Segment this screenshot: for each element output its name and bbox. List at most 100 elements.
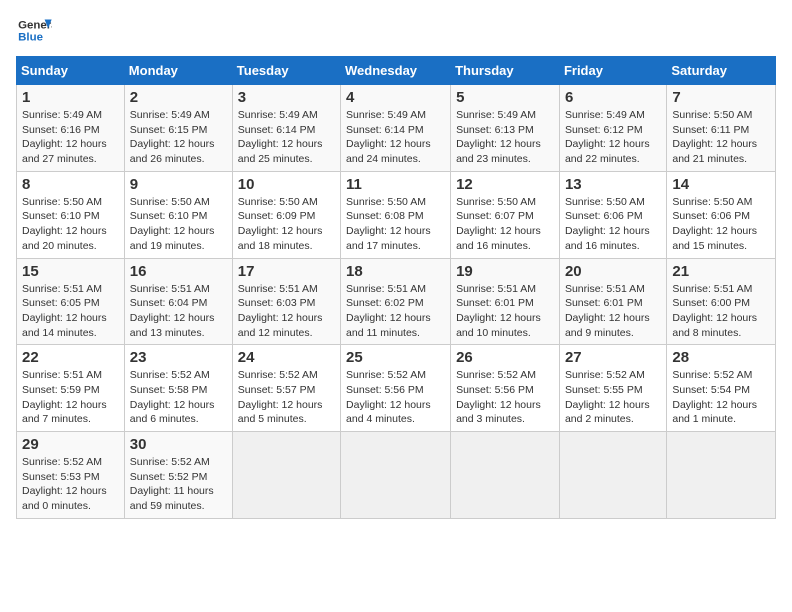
day-number: 11 <box>346 176 445 193</box>
week-row-4: 22 Sunrise: 5:51 AMSunset: 5:59 PMDaylig… <box>17 345 776 432</box>
day-number: 13 <box>565 176 661 193</box>
day-number: 22 <box>22 349 119 366</box>
calendar-cell: 22 Sunrise: 5:51 AMSunset: 5:59 PMDaylig… <box>17 345 125 432</box>
svg-text:Blue: Blue <box>18 32 43 44</box>
day-number: 1 <box>22 89 119 106</box>
day-number: 30 <box>130 436 227 453</box>
calendar-cell: 27 Sunrise: 5:52 AMSunset: 5:55 PMDaylig… <box>559 345 666 432</box>
day-number: 7 <box>672 89 770 106</box>
day-number: 12 <box>456 176 554 193</box>
calendar-cell: 16 Sunrise: 5:51 AMSunset: 6:04 PMDaylig… <box>124 258 232 345</box>
day-number: 6 <box>565 89 661 106</box>
calendar-cell: 19 Sunrise: 5:51 AMSunset: 6:01 PMDaylig… <box>451 258 560 345</box>
calendar-cell: 24 Sunrise: 5:52 AMSunset: 5:57 PMDaylig… <box>232 345 340 432</box>
day-info: Sunrise: 5:51 AMSunset: 6:00 PMDaylight:… <box>672 282 770 341</box>
day-info: Sunrise: 5:49 AMSunset: 6:15 PMDaylight:… <box>130 108 227 167</box>
day-info: Sunrise: 5:49 AMSunset: 6:14 PMDaylight:… <box>346 108 445 167</box>
day-number: 8 <box>22 176 119 193</box>
day-info: Sunrise: 5:50 AMSunset: 6:11 PMDaylight:… <box>672 108 770 167</box>
day-info: Sunrise: 5:51 AMSunset: 6:03 PMDaylight:… <box>238 282 335 341</box>
calendar-cell: 8 Sunrise: 5:50 AMSunset: 6:10 PMDayligh… <box>17 171 125 258</box>
day-number: 3 <box>238 89 335 106</box>
calendar-cell: 26 Sunrise: 5:52 AMSunset: 5:56 PMDaylig… <box>451 345 560 432</box>
day-info: Sunrise: 5:52 AMSunset: 5:52 PMDaylight:… <box>130 455 227 514</box>
day-info: Sunrise: 5:49 AMSunset: 6:12 PMDaylight:… <box>565 108 661 167</box>
calendar-cell: 1 Sunrise: 5:49 AMSunset: 6:16 PMDayligh… <box>17 85 125 172</box>
calendar-cell <box>341 432 451 519</box>
column-header-sunday: Sunday <box>17 57 125 85</box>
day-number: 26 <box>456 349 554 366</box>
day-number: 15 <box>22 263 119 280</box>
calendar-cell: 9 Sunrise: 5:50 AMSunset: 6:10 PMDayligh… <box>124 171 232 258</box>
day-number: 14 <box>672 176 770 193</box>
calendar-cell: 29 Sunrise: 5:52 AMSunset: 5:53 PMDaylig… <box>17 432 125 519</box>
column-header-tuesday: Tuesday <box>232 57 340 85</box>
calendar-cell: 10 Sunrise: 5:50 AMSunset: 6:09 PMDaylig… <box>232 171 340 258</box>
day-info: Sunrise: 5:52 AMSunset: 5:54 PMDaylight:… <box>672 368 770 427</box>
calendar-cell: 2 Sunrise: 5:49 AMSunset: 6:15 PMDayligh… <box>124 85 232 172</box>
day-info: Sunrise: 5:49 AMSunset: 6:13 PMDaylight:… <box>456 108 554 167</box>
calendar-cell: 12 Sunrise: 5:50 AMSunset: 6:07 PMDaylig… <box>451 171 560 258</box>
day-info: Sunrise: 5:51 AMSunset: 6:01 PMDaylight:… <box>456 282 554 341</box>
logo-icon: General Blue <box>16 16 52 46</box>
day-number: 2 <box>130 89 227 106</box>
calendar-cell: 23 Sunrise: 5:52 AMSunset: 5:58 PMDaylig… <box>124 345 232 432</box>
calendar-cell: 20 Sunrise: 5:51 AMSunset: 6:01 PMDaylig… <box>559 258 666 345</box>
calendar-cell: 18 Sunrise: 5:51 AMSunset: 6:02 PMDaylig… <box>341 258 451 345</box>
day-number: 16 <box>130 263 227 280</box>
day-number: 10 <box>238 176 335 193</box>
week-row-1: 1 Sunrise: 5:49 AMSunset: 6:16 PMDayligh… <box>17 85 776 172</box>
day-info: Sunrise: 5:51 AMSunset: 6:04 PMDaylight:… <box>130 282 227 341</box>
calendar-cell <box>667 432 776 519</box>
page-header: General Blue <box>16 16 776 46</box>
calendar-cell <box>451 432 560 519</box>
calendar-cell: 17 Sunrise: 5:51 AMSunset: 6:03 PMDaylig… <box>232 258 340 345</box>
week-row-3: 15 Sunrise: 5:51 AMSunset: 6:05 PMDaylig… <box>17 258 776 345</box>
column-header-saturday: Saturday <box>667 57 776 85</box>
day-info: Sunrise: 5:51 AMSunset: 6:05 PMDaylight:… <box>22 282 119 341</box>
day-number: 20 <box>565 263 661 280</box>
calendar-cell: 25 Sunrise: 5:52 AMSunset: 5:56 PMDaylig… <box>341 345 451 432</box>
day-number: 29 <box>22 436 119 453</box>
calendar-cell: 30 Sunrise: 5:52 AMSunset: 5:52 PMDaylig… <box>124 432 232 519</box>
day-info: Sunrise: 5:52 AMSunset: 5:53 PMDaylight:… <box>22 455 119 514</box>
day-info: Sunrise: 5:49 AMSunset: 6:16 PMDaylight:… <box>22 108 119 167</box>
day-info: Sunrise: 5:52 AMSunset: 5:58 PMDaylight:… <box>130 368 227 427</box>
day-info: Sunrise: 5:52 AMSunset: 5:57 PMDaylight:… <box>238 368 335 427</box>
column-header-monday: Monday <box>124 57 232 85</box>
day-info: Sunrise: 5:49 AMSunset: 6:14 PMDaylight:… <box>238 108 335 167</box>
day-info: Sunrise: 5:50 AMSunset: 6:10 PMDaylight:… <box>22 195 119 254</box>
calendar-cell: 7 Sunrise: 5:50 AMSunset: 6:11 PMDayligh… <box>667 85 776 172</box>
day-info: Sunrise: 5:51 AMSunset: 6:02 PMDaylight:… <box>346 282 445 341</box>
day-number: 4 <box>346 89 445 106</box>
calendar-cell: 14 Sunrise: 5:50 AMSunset: 6:06 PMDaylig… <box>667 171 776 258</box>
calendar-cell: 4 Sunrise: 5:49 AMSunset: 6:14 PMDayligh… <box>341 85 451 172</box>
calendar-cell <box>559 432 666 519</box>
day-number: 27 <box>565 349 661 366</box>
day-info: Sunrise: 5:52 AMSunset: 5:55 PMDaylight:… <box>565 368 661 427</box>
day-info: Sunrise: 5:51 AMSunset: 6:01 PMDaylight:… <box>565 282 661 341</box>
calendar-cell: 6 Sunrise: 5:49 AMSunset: 6:12 PMDayligh… <box>559 85 666 172</box>
calendar-cell: 13 Sunrise: 5:50 AMSunset: 6:06 PMDaylig… <box>559 171 666 258</box>
calendar-cell: 5 Sunrise: 5:49 AMSunset: 6:13 PMDayligh… <box>451 85 560 172</box>
day-info: Sunrise: 5:50 AMSunset: 6:06 PMDaylight:… <box>565 195 661 254</box>
day-number: 9 <box>130 176 227 193</box>
day-number: 19 <box>456 263 554 280</box>
calendar-cell <box>232 432 340 519</box>
day-info: Sunrise: 5:50 AMSunset: 6:09 PMDaylight:… <box>238 195 335 254</box>
calendar-cell: 21 Sunrise: 5:51 AMSunset: 6:00 PMDaylig… <box>667 258 776 345</box>
day-number: 25 <box>346 349 445 366</box>
day-number: 21 <box>672 263 770 280</box>
day-number: 18 <box>346 263 445 280</box>
column-header-thursday: Thursday <box>451 57 560 85</box>
calendar-cell: 28 Sunrise: 5:52 AMSunset: 5:54 PMDaylig… <box>667 345 776 432</box>
day-number: 23 <box>130 349 227 366</box>
day-number: 5 <box>456 89 554 106</box>
day-number: 24 <box>238 349 335 366</box>
column-header-wednesday: Wednesday <box>341 57 451 85</box>
week-row-2: 8 Sunrise: 5:50 AMSunset: 6:10 PMDayligh… <box>17 171 776 258</box>
header-row: SundayMondayTuesdayWednesdayThursdayFrid… <box>17 57 776 85</box>
day-info: Sunrise: 5:52 AMSunset: 5:56 PMDaylight:… <box>346 368 445 427</box>
calendar-cell: 3 Sunrise: 5:49 AMSunset: 6:14 PMDayligh… <box>232 85 340 172</box>
calendar-table: SundayMondayTuesdayWednesdayThursdayFrid… <box>16 56 776 519</box>
